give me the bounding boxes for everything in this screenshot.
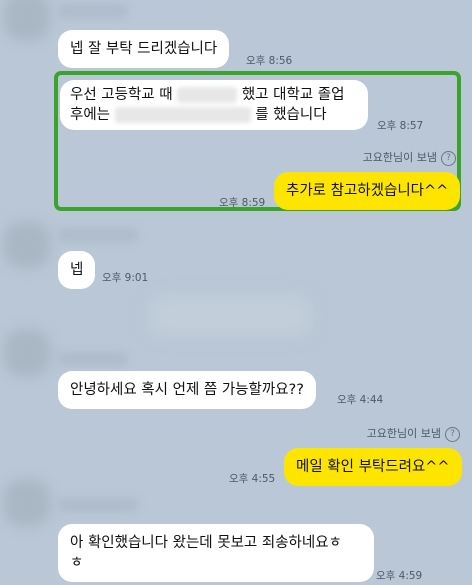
message-line: 아 확인했습니다 왔는데 못보고 죄송하네요ㅎ: [70, 535, 342, 551]
message-bubble-incoming[interactable]: 아 확인했습니다 왔는데 못보고 죄송하네요ㅎ ㅎ: [58, 524, 374, 582]
message-time: 오후 8:59: [219, 197, 266, 209]
message-text: 넵: [70, 262, 84, 278]
redacted-text: [114, 107, 251, 123]
message-time: 오후 4:44: [337, 394, 384, 406]
sender-note: 고요한님이 보냄?: [367, 425, 460, 442]
message-bubble-outgoing[interactable]: 메일 확인 부탁드려요^^: [284, 448, 462, 486]
avatar[interactable]: [4, 0, 50, 40]
message-time: 오후 4:59: [376, 570, 423, 582]
message-line: ㅎ: [70, 555, 84, 571]
sender-name-blurred: [58, 498, 138, 512]
message-text: 안녕하세요 혹시 언제 쯤 가능할까요??: [70, 382, 304, 398]
blurred-region: [150, 296, 310, 336]
message-time: 오후 8:57: [377, 120, 424, 132]
message-text: 메일 확인 부탁드려요^^: [296, 459, 450, 475]
avatar[interactable]: [4, 480, 50, 526]
message-text: 추가로 참고하겠습니다^^: [286, 183, 449, 199]
sender-name-blurred: [58, 4, 128, 18]
help-icon[interactable]: ?: [441, 150, 456, 166]
message-bubble-incoming[interactable]: 넵: [58, 251, 96, 289]
message-text: 넵 잘 부탁 드리겠습니다: [70, 41, 218, 57]
message-bubble-incoming[interactable]: 넵 잘 부탁 드리겠습니다: [58, 30, 230, 68]
message-line: 후에는 를 했습니다: [70, 107, 327, 123]
sender-name-blurred: [58, 228, 138, 242]
avatar[interactable]: [4, 222, 50, 268]
message-bubble-incoming[interactable]: 우선 고등학교 때 했고 대학교 졸업 후에는 를 했습니다: [60, 80, 368, 130]
redacted-text: [177, 87, 238, 103]
sender-note: 고요한님이 보냄?: [363, 149, 456, 166]
sender-name-blurred: [58, 352, 128, 366]
message-bubble-incoming[interactable]: 안녕하세요 혹시 언제 쯤 가능할까요??: [58, 371, 316, 409]
message-time: 오후 4:55: [229, 473, 276, 485]
help-icon[interactable]: ?: [445, 426, 460, 442]
message-time: 오후 9:01: [102, 272, 149, 284]
message-bubble-outgoing[interactable]: 추가로 참고하겠습니다^^: [274, 172, 461, 210]
avatar[interactable]: [4, 330, 50, 376]
message-time: 오후 8:56: [246, 55, 293, 67]
message-line: 우선 고등학교 때 했고 대학교 졸업: [70, 87, 345, 103]
